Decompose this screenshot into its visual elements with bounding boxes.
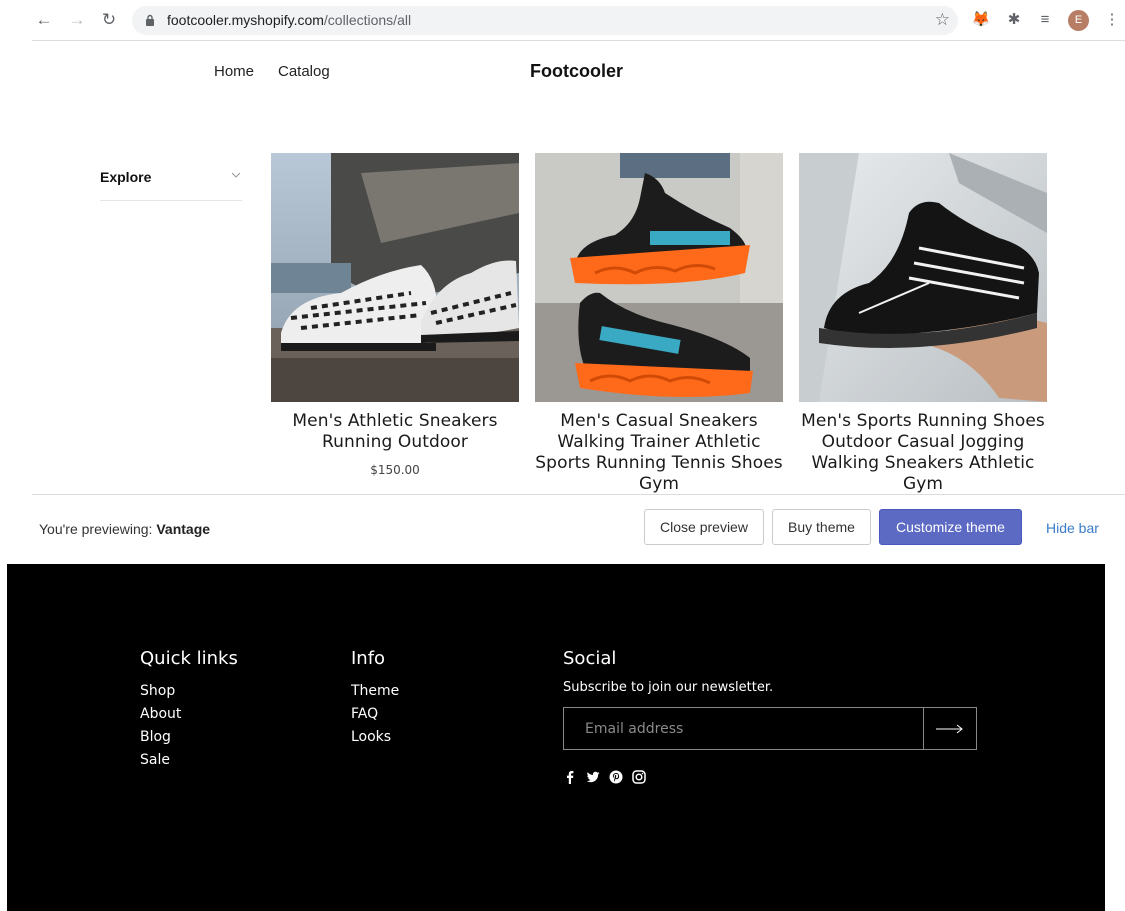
url-text: footcooler.myshopify.com/collections/all xyxy=(167,12,412,28)
preview-status-text: You're previewing: Vantage xyxy=(39,521,211,537)
email-input[interactable] xyxy=(564,708,924,749)
explore-filter-toggle[interactable]: Explore xyxy=(100,169,151,185)
social-icons xyxy=(563,770,977,784)
facebook-icon[interactable] xyxy=(563,770,577,784)
close-preview-button[interactable]: Close preview xyxy=(644,509,764,545)
chevron-down-icon[interactable] xyxy=(231,170,241,180)
product-image-black-sneaker[interactable] xyxy=(799,153,1047,402)
theme-name: Vantage xyxy=(156,521,211,537)
metamask-extension-icon[interactable]: 🦊 xyxy=(971,10,991,30)
extensions-puzzle-icon[interactable]: ✱ xyxy=(1004,10,1024,30)
product-title[interactable]: Men's Casual Sneakers Walking Trainer At… xyxy=(535,411,783,495)
product-price: $150.00 xyxy=(370,463,420,477)
footer-link-sale[interactable]: Sale xyxy=(140,749,238,772)
product-image-orange-sneakers[interactable] xyxy=(535,153,783,402)
browser-toolbar: ← → ↻ footcooler.myshopify.com/collectio… xyxy=(0,0,1125,41)
toolbar-divider xyxy=(32,40,1125,41)
reload-icon[interactable]: ↻ xyxy=(98,9,120,31)
newsletter-text: Subscribe to join our newsletter. xyxy=(563,680,774,695)
pinterest-icon[interactable] xyxy=(609,770,623,784)
footer-heading: Quick links xyxy=(140,648,238,669)
footer-heading: Info xyxy=(351,648,386,669)
bookmark-star-icon[interactable]: ☆ xyxy=(935,10,950,30)
footer-info: Info Theme FAQ Looks xyxy=(351,648,399,749)
customize-theme-button[interactable]: Customize theme xyxy=(879,509,1022,545)
footer-link-about[interactable]: About xyxy=(140,703,238,726)
buy-theme-button[interactable]: Buy theme xyxy=(772,509,871,545)
footer-link-shop[interactable]: Shop xyxy=(140,680,238,703)
footer-quick-links: Quick links Shop About Blog Sale xyxy=(140,648,238,772)
media-queue-icon[interactable]: ≡ xyxy=(1035,10,1055,30)
footer-link-faq[interactable]: FAQ xyxy=(351,703,399,726)
product-card[interactable]: Men's Athletic Sneakers Running Outdoor … xyxy=(271,153,519,477)
nav-catalog-link[interactable]: Catalog xyxy=(278,63,330,80)
product-title[interactable]: Men's Sports Running Shoes Outdoor Casua… xyxy=(799,411,1047,495)
profile-avatar[interactable]: E xyxy=(1068,10,1089,31)
forward-arrow-icon[interactable]: → xyxy=(66,9,88,31)
hide-bar-link[interactable]: Hide bar xyxy=(1046,520,1099,536)
store-logo[interactable]: Footcooler xyxy=(530,61,623,82)
twitter-icon[interactable] xyxy=(586,770,600,784)
product-image-white-sneakers[interactable] xyxy=(271,153,519,402)
product-title[interactable]: Men's Athletic Sneakers Running Outdoor xyxy=(271,411,519,453)
product-card[interactable]: Men's Casual Sneakers Walking Trainer At… xyxy=(535,153,783,495)
theme-preview-bar: You're previewing: Vantage Close preview… xyxy=(32,494,1125,564)
footer-link-looks[interactable]: Looks xyxy=(351,726,399,749)
footer-social: Social Subscribe to join our newsletter. xyxy=(563,648,977,784)
footer-link-theme[interactable]: Theme xyxy=(351,680,399,703)
site-footer: Quick links Shop About Blog Sale Info Th… xyxy=(7,564,1105,911)
nav-home-link[interactable]: Home xyxy=(214,63,254,80)
lock-icon xyxy=(146,14,154,26)
footer-link-blog[interactable]: Blog xyxy=(140,726,238,749)
back-arrow-icon[interactable]: ← xyxy=(33,9,55,31)
address-bar[interactable]: footcooler.myshopify.com/collections/all… xyxy=(132,6,958,35)
newsletter-submit-button[interactable] xyxy=(923,708,976,749)
instagram-icon[interactable] xyxy=(632,770,646,784)
newsletter-form xyxy=(563,707,977,750)
sidebar-divider xyxy=(100,200,242,201)
product-card[interactable]: Men's Sports Running Shoes Outdoor Casua… xyxy=(799,153,1047,495)
browser-menu-icon[interactable]: ⋮ xyxy=(1102,10,1122,30)
arrow-right-icon xyxy=(936,724,963,733)
footer-heading: Social xyxy=(563,648,617,669)
